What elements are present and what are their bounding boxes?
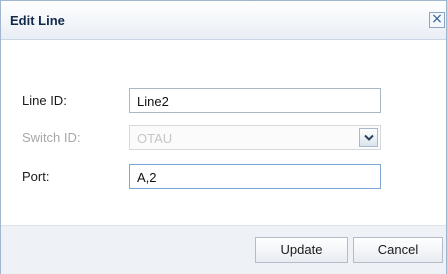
close-icon: × xyxy=(431,11,443,27)
dialog-body: Line ID: Line2 Switch ID: OTAU Port: A,2 xyxy=(1,40,446,225)
cancel-button[interactable]: Cancel xyxy=(353,237,443,263)
dialog-titlebar: Edit Line × xyxy=(1,1,446,40)
port-input[interactable]: A,2 xyxy=(129,164,381,189)
dialog-title: Edit Line xyxy=(10,13,65,28)
switch-id-dropdown-button[interactable] xyxy=(359,128,378,147)
update-button[interactable]: Update xyxy=(255,237,348,263)
dialog-footer: Update Cancel xyxy=(1,225,446,274)
edit-line-dialog: Edit Line × Line ID: Line2 Switch ID: OT… xyxy=(0,0,447,274)
line-id-label: Line ID: xyxy=(22,93,67,108)
chevron-down-icon xyxy=(364,134,374,141)
switch-id-value: OTAU xyxy=(137,131,173,146)
switch-id-select[interactable]: OTAU xyxy=(129,125,381,150)
switch-id-label: Switch ID: xyxy=(22,130,81,145)
close-button[interactable]: × xyxy=(429,12,445,28)
port-label: Port: xyxy=(22,169,50,184)
line-id-input[interactable]: Line2 xyxy=(129,88,381,113)
